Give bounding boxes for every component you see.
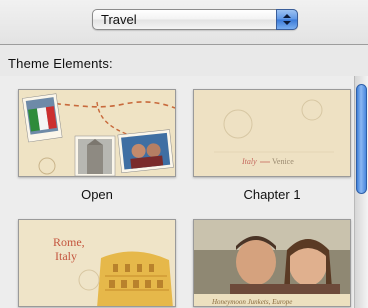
theme-toolbar: Travel xyxy=(0,0,368,44)
chapter-1-thumbnail: Italy Venice xyxy=(193,89,351,177)
svg-text:Italy: Italy xyxy=(241,157,257,166)
svg-text:Venice: Venice xyxy=(272,157,294,166)
tile-caption: Open xyxy=(81,187,113,202)
svg-text:Rome,: Rome, xyxy=(53,235,85,249)
popup-arrows-icon xyxy=(276,9,298,30)
photo-thumbnail: Honeymoon Junkets, Europe xyxy=(193,219,351,307)
svg-text:Italy: Italy xyxy=(55,249,77,263)
open-thumbnail xyxy=(18,89,176,177)
rome-thumbnail: Rome, Italy xyxy=(18,219,176,307)
tile-caption: Chapter 1 xyxy=(243,187,301,202)
svg-text:Honeymoon Junkets, Europe: Honeymoon Junkets, Europe xyxy=(211,298,292,306)
toolbar-separator xyxy=(0,44,368,45)
vertical-scrollbar[interactable] xyxy=(354,76,368,308)
theme-elements-pane: Open Italy Venice Chapter 1 Rome, Italy xyxy=(0,76,368,308)
theme-popup-value: Travel xyxy=(101,12,137,27)
theme-popup-button[interactable]: Travel xyxy=(92,9,298,30)
section-label: Theme Elements: xyxy=(8,56,113,71)
scrollbar-thumb[interactable] xyxy=(356,84,367,194)
